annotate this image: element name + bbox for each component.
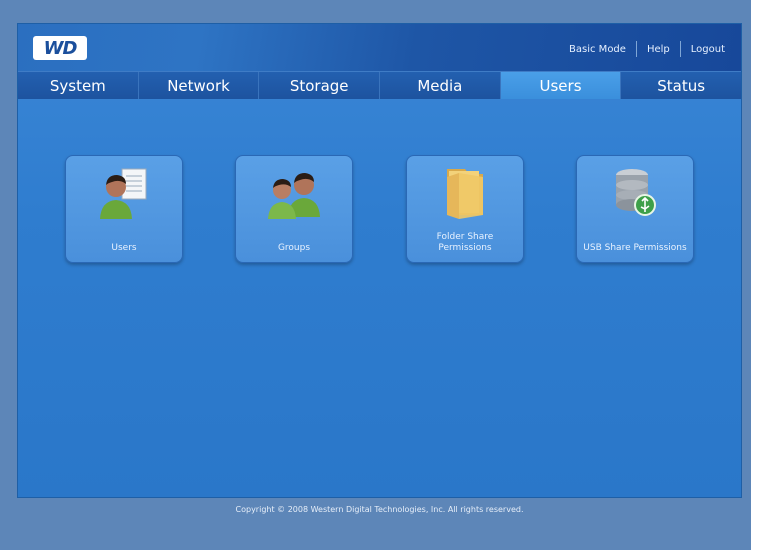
tab-system[interactable]: System	[18, 72, 139, 99]
usb-share-permissions-label: USB Share Permissions	[583, 243, 687, 253]
user-icon	[66, 162, 182, 224]
usb-database-icon	[577, 162, 693, 224]
header-bar: WD Basic Mode Help Logout	[18, 24, 741, 71]
tab-media[interactable]: Media	[380, 72, 501, 99]
groups-card-label: Groups	[277, 243, 311, 253]
link-divider	[635, 41, 637, 57]
tab-network[interactable]: Network	[139, 72, 260, 99]
tab-status[interactable]: Status	[621, 72, 741, 99]
logout-link[interactable]: Logout	[691, 44, 725, 55]
top-links: Basic Mode Help Logout	[569, 41, 725, 57]
users-card-label: Users	[111, 243, 137, 253]
main-panel: WD Basic Mode Help Logout System Network…	[17, 23, 742, 498]
logo-text: WD	[43, 37, 78, 59]
app-frame: WD Basic Mode Help Logout System Network…	[0, 0, 751, 550]
folder-share-permissions-label: Folder Share Permissions	[436, 232, 494, 253]
folder-share-permissions-card[interactable]: Folder Share Permissions	[406, 155, 524, 263]
usb-share-permissions-card[interactable]: USB Share Permissions	[576, 155, 694, 263]
link-divider	[679, 41, 681, 57]
footer-copyright: Copyright © 2008 Western Digital Technol…	[235, 504, 524, 514]
users-card[interactable]: Users	[65, 155, 183, 263]
folder-icon	[407, 162, 523, 224]
tab-storage[interactable]: Storage	[259, 72, 381, 99]
help-link[interactable]: Help	[647, 44, 670, 55]
main-tabs: System Network Storage Media Users Statu…	[18, 71, 741, 99]
groups-card[interactable]: Groups	[235, 155, 353, 263]
group-icon	[236, 162, 352, 224]
tab-users[interactable]: Users	[500, 72, 622, 99]
wd-logo: WD	[33, 36, 87, 60]
basic-mode-link[interactable]: Basic Mode	[569, 44, 626, 55]
content-area: Users Groups Folder Share Permissions US…	[18, 98, 741, 497]
